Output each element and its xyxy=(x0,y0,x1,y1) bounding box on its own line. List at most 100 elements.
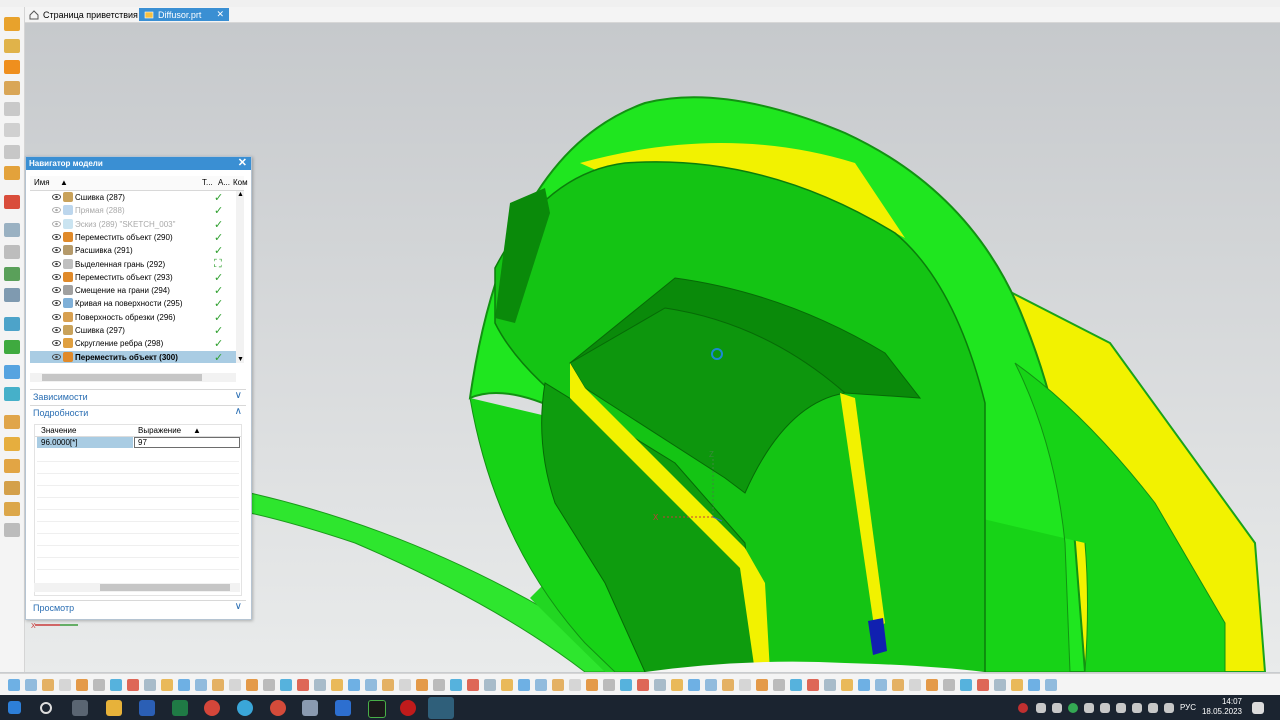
visibility-icon[interactable] xyxy=(4,102,20,116)
split-icon[interactable] xyxy=(654,679,666,691)
column-name[interactable]: Имя xyxy=(34,178,50,187)
shade-icon[interactable] xyxy=(484,679,496,691)
history-icon[interactable] xyxy=(4,245,20,259)
grid-icon[interactable] xyxy=(450,679,462,691)
blend-icon[interactable] xyxy=(909,679,921,691)
revolve-icon[interactable] xyxy=(875,679,887,691)
object-display-icon[interactable] xyxy=(4,166,20,180)
tree-row[interactable]: Скругление ребра (298) ✓ xyxy=(30,337,236,350)
eye-icon[interactable] xyxy=(52,246,61,254)
point-icon[interactable] xyxy=(756,679,768,691)
split-icon[interactable] xyxy=(314,679,326,691)
model-navigator-icon[interactable] xyxy=(4,223,20,237)
line-tool-icon[interactable] xyxy=(25,679,37,691)
tree-row[interactable]: Сшивка (287) ✓ xyxy=(30,191,236,204)
column-com[interactable]: Ком xyxy=(233,178,248,187)
draft-icon[interactable] xyxy=(960,679,972,691)
curve-tool-icon[interactable] xyxy=(399,679,411,691)
close-icon[interactable]: ✕ xyxy=(238,158,247,169)
speaker-icon[interactable] xyxy=(1148,703,1158,713)
tree-row[interactable]: Поверхность обрезки (296) ✓ xyxy=(30,311,236,324)
details-horizontal-scrollbar[interactable] xyxy=(34,583,240,592)
body-icon[interactable] xyxy=(4,437,20,451)
curve-tool-icon[interactable] xyxy=(59,679,71,691)
eye-icon[interactable] xyxy=(52,206,61,214)
word-icon[interactable] xyxy=(139,700,155,716)
show-hide-icon[interactable] xyxy=(4,39,20,53)
notifications-icon[interactable] xyxy=(1252,702,1264,714)
revolve-icon[interactable] xyxy=(195,679,207,691)
view-icon[interactable] xyxy=(467,679,479,691)
point-icon[interactable] xyxy=(416,679,428,691)
shade-icon[interactable] xyxy=(144,679,156,691)
close-part-icon[interactable] xyxy=(4,145,20,159)
arc-tool-icon[interactable] xyxy=(382,679,394,691)
section-preview[interactable]: Просмотр ∨ xyxy=(30,600,246,615)
tray-app-icon[interactable] xyxy=(1084,703,1094,713)
column-expression[interactable]: Выражение xyxy=(138,426,181,435)
tray-app-icon[interactable] xyxy=(1052,703,1062,713)
chrome-icon[interactable] xyxy=(204,700,220,716)
curve-icon[interactable] xyxy=(4,365,20,379)
scrollbar-thumb[interactable] xyxy=(42,374,202,381)
chamfer-icon[interactable] xyxy=(926,679,938,691)
line-tool-icon[interactable] xyxy=(365,679,377,691)
chevron-down-icon[interactable]: ▼ xyxy=(237,356,244,363)
tray-app-icon[interactable] xyxy=(1036,703,1046,713)
eye-icon[interactable] xyxy=(52,353,61,361)
app-icon[interactable] xyxy=(302,700,318,716)
eye-icon[interactable] xyxy=(52,260,61,268)
tree-row[interactable]: Выделенная грань (292) ⛶ xyxy=(30,258,236,271)
tree-row[interactable]: Переместить объект (300) ✓ xyxy=(30,350,236,363)
palette-icon[interactable] xyxy=(4,267,20,281)
tree-row[interactable]: Эскиз (289) "SKETCH_003" ✓ xyxy=(30,218,236,231)
chamfer-icon[interactable] xyxy=(586,679,598,691)
edit-icon[interactable] xyxy=(4,17,20,31)
line-tool-icon[interactable] xyxy=(1045,679,1057,691)
layer-icon[interactable] xyxy=(4,81,20,95)
language-indicator[interactable]: РУС xyxy=(1180,703,1196,712)
record-icon[interactable] xyxy=(400,700,416,716)
extrude-icon[interactable] xyxy=(518,679,530,691)
sew-icon[interactable] xyxy=(1011,679,1023,691)
view-icon[interactable] xyxy=(807,679,819,691)
draft-icon[interactable] xyxy=(620,679,632,691)
snap-icon[interactable] xyxy=(433,679,445,691)
browser-icon[interactable] xyxy=(270,700,286,716)
column-a[interactable]: А... xyxy=(218,178,230,187)
search-icon[interactable] xyxy=(40,702,52,714)
extrude-icon[interactable] xyxy=(178,679,190,691)
eye-icon[interactable] xyxy=(52,339,61,347)
csys-icon[interactable] xyxy=(1028,679,1040,691)
close-icon[interactable]: ✕ xyxy=(216,9,224,20)
pycharm-icon[interactable] xyxy=(368,700,386,718)
point-icon[interactable] xyxy=(76,679,88,691)
snap-icon[interactable] xyxy=(93,679,105,691)
render-icon[interactable] xyxy=(841,679,853,691)
shell-icon[interactable] xyxy=(943,679,955,691)
feature-icon[interactable] xyxy=(4,415,20,429)
arc-tool-icon[interactable] xyxy=(42,679,54,691)
tray-app-icon[interactable] xyxy=(1068,703,1078,713)
measure-icon[interactable] xyxy=(4,195,20,209)
column-value[interactable]: Значение xyxy=(41,426,76,435)
tree-row[interactable]: Прямая (288) ✓ xyxy=(30,204,236,217)
sew-icon[interactable] xyxy=(331,679,343,691)
column-t[interactable]: Т... xyxy=(202,178,213,187)
chevron-up-icon[interactable]: ▲ xyxy=(237,191,244,198)
expression-input[interactable]: 97 xyxy=(134,437,240,448)
network-icon[interactable] xyxy=(1132,703,1142,713)
grid-icon[interactable] xyxy=(110,679,122,691)
blend-icon[interactable] xyxy=(4,502,20,516)
tree-row[interactable]: Расшивка (291) ✓ xyxy=(30,244,236,257)
csys-icon[interactable] xyxy=(8,679,20,691)
tree-row[interactable]: Сшивка (297) ✓ xyxy=(30,324,236,337)
trim-icon[interactable] xyxy=(297,679,309,691)
windows-start-icon[interactable] xyxy=(8,701,21,714)
file-explorer-icon[interactable] xyxy=(106,700,122,716)
eye-icon[interactable] xyxy=(52,193,61,201)
eye-icon[interactable] xyxy=(52,233,61,241)
extrude-icon[interactable] xyxy=(4,481,20,495)
section-details[interactable]: Подробности ∧ xyxy=(30,405,246,420)
eye-icon[interactable] xyxy=(52,273,61,281)
